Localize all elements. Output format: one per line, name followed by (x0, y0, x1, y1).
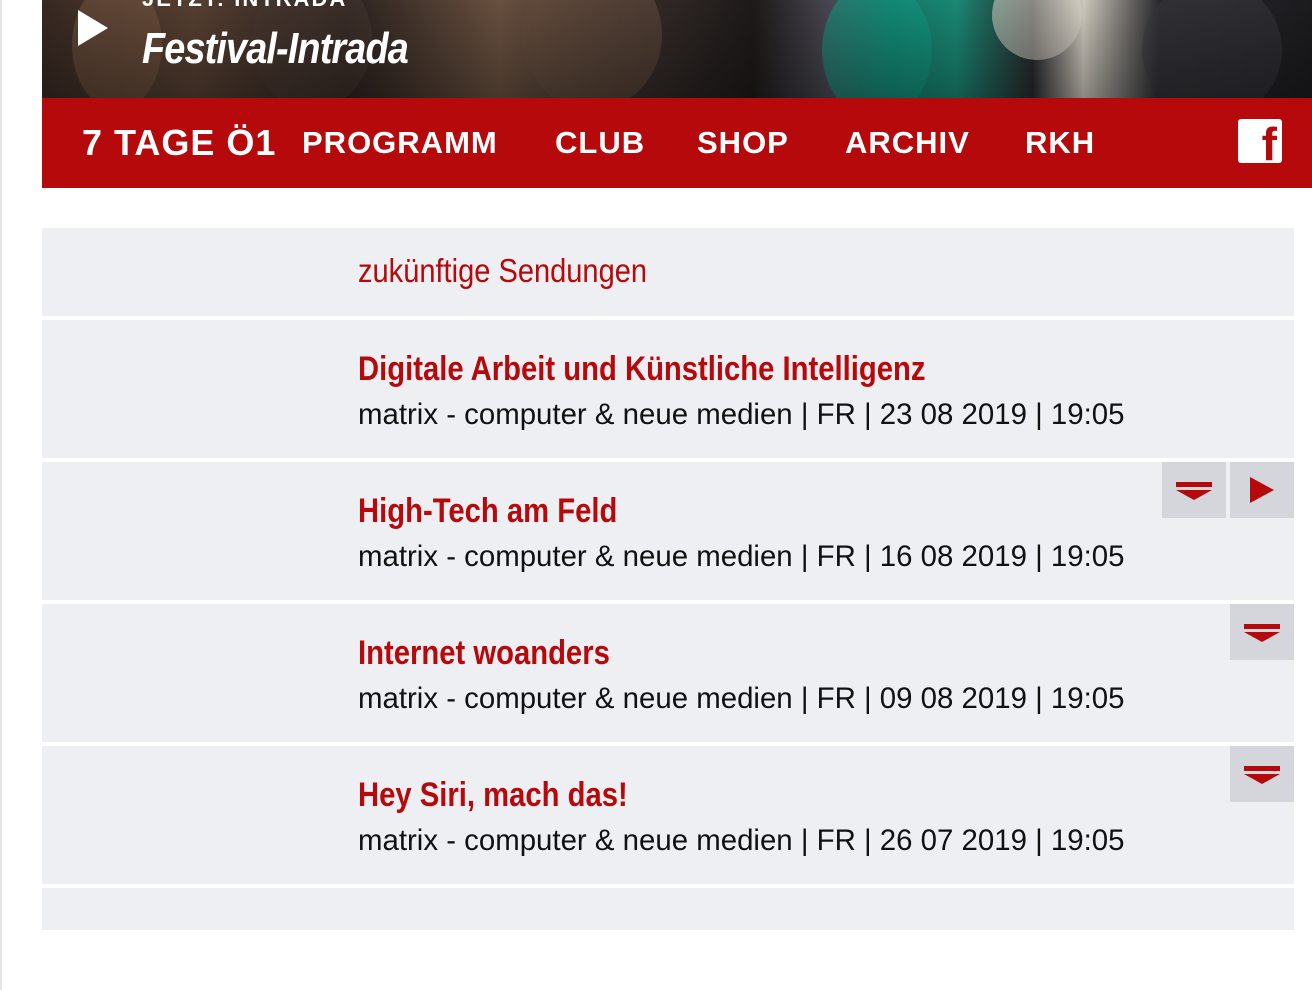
play-icon[interactable] (78, 10, 108, 46)
expand-icon (1244, 624, 1280, 629)
list-item: Internet woanders matrix - computer & ne… (42, 604, 1294, 746)
list-item: High-Tech am Feld matrix - computer & ne… (42, 462, 1294, 604)
list-footer (42, 888, 1294, 930)
facebook-glyph: f (1261, 118, 1277, 170)
broadcast-title[interactable]: Internet woanders (358, 634, 610, 673)
broadcast-list: zukünftige Sendungen Digitale Arbeit und… (42, 228, 1294, 930)
play-button[interactable] (1230, 462, 1294, 518)
chevron-down-icon (1176, 490, 1212, 500)
section-title: zukünftige Sendungen (358, 252, 648, 289)
chevron-down-icon (1244, 774, 1280, 784)
play-icon (1250, 477, 1274, 503)
nav-item-club[interactable]: CLUB (555, 98, 645, 188)
nav-item-rkh[interactable]: RKH (1025, 98, 1095, 188)
facebook-icon[interactable]: f (1238, 119, 1282, 167)
banner-title[interactable]: Festival-Intrada (142, 24, 409, 74)
broadcast-meta: matrix - computer & neue medien | FR | 1… (358, 540, 1125, 573)
list-item: Digitale Arbeit und Künstliche Intellige… (42, 320, 1294, 462)
nav-item-shop[interactable]: SHOP (697, 98, 789, 188)
nav-item-archiv[interactable]: ARCHIV (845, 98, 970, 188)
expand-icon (1244, 766, 1280, 771)
nav-item-programm[interactable]: PROGRAMM (302, 98, 498, 188)
page-left-rule (0, 0, 2, 990)
expand-button[interactable] (1230, 604, 1294, 660)
list-header: zukünftige Sendungen (42, 228, 1294, 320)
nav-item-7-tage-oe1[interactable]: 7 TAGE Ö1 (82, 98, 276, 188)
main-navigation: 7 TAGE Ö1 PROGRAMM CLUB SHOP ARCHIV RKH … (42, 98, 1312, 188)
broadcast-meta: matrix - computer & neue medien | FR | 0… (358, 682, 1125, 715)
broadcast-title[interactable]: Hey Siri, mach das! (358, 776, 628, 815)
expand-button[interactable] (1162, 462, 1226, 518)
broadcast-title[interactable]: Digitale Arbeit und Künstliche Intellige… (358, 350, 926, 389)
expand-icon (1176, 482, 1212, 487)
list-item: Hey Siri, mach das! matrix - computer & … (42, 746, 1294, 888)
broadcast-title[interactable]: High-Tech am Feld (358, 492, 617, 531)
expand-button[interactable] (1230, 746, 1294, 802)
broadcast-meta: matrix - computer & neue medien | FR | 2… (358, 824, 1125, 857)
broadcast-meta: matrix - computer & neue medien | FR | 2… (358, 398, 1125, 431)
now-playing-banner[interactable]: JETZT: INTRADA Festival-Intrada (42, 0, 1312, 98)
chevron-down-icon (1244, 632, 1280, 642)
banner-kicker: JETZT: INTRADA (142, 0, 347, 12)
